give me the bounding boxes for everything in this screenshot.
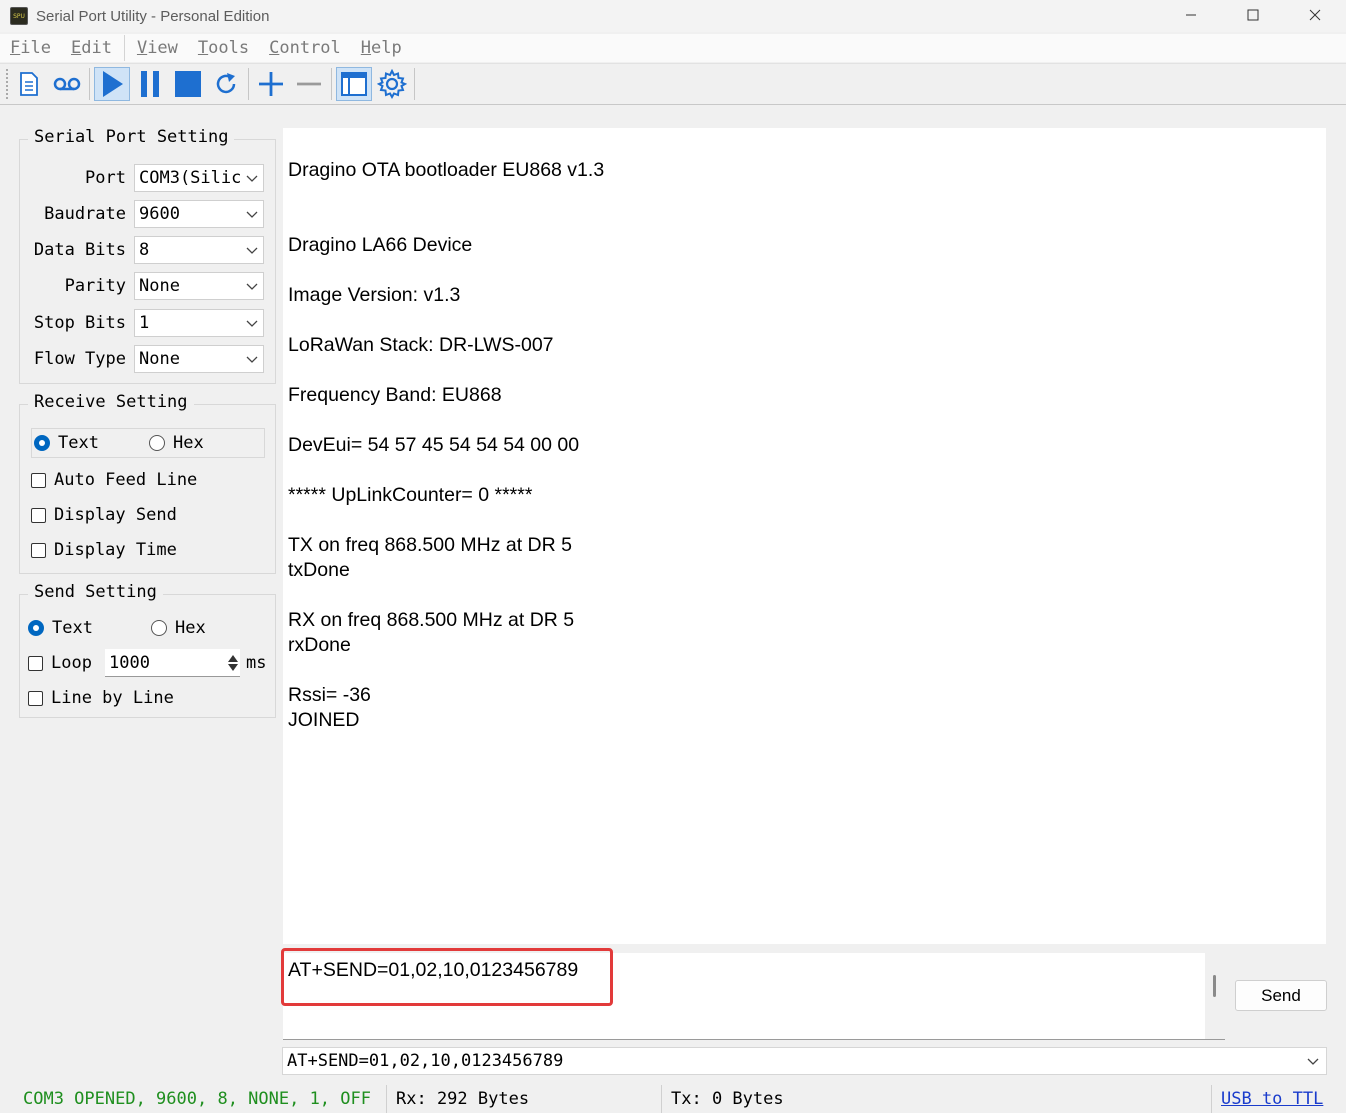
maximize-icon[interactable] xyxy=(1222,0,1284,30)
loop-checkbox[interactable]: Loop xyxy=(28,653,92,673)
window-controls xyxy=(1160,0,1346,30)
chevron-down-icon xyxy=(246,320,258,327)
parity-select[interactable]: None xyxy=(134,272,264,300)
parity-row: Parity None xyxy=(20,271,276,301)
baudrate-select[interactable]: 9600 xyxy=(134,200,264,228)
toolbar xyxy=(0,63,1346,105)
add-icon[interactable] xyxy=(253,67,289,101)
data-bits-row: Data Bits 8 xyxy=(20,235,276,265)
menu-edit[interactable]: Edit xyxy=(61,38,122,58)
chevron-down-icon xyxy=(246,247,258,254)
stop-bits-label: Stop Bits xyxy=(33,313,126,333)
loop-unit-label: ms xyxy=(246,653,267,673)
highlight-annotation xyxy=(281,948,613,1006)
chevron-down-icon xyxy=(246,356,258,363)
toolbar-separator xyxy=(89,68,90,100)
send-input-scrollbar[interactable] xyxy=(1205,953,1225,1039)
minimize-icon[interactable] xyxy=(1160,0,1222,30)
play-icon[interactable] xyxy=(94,67,130,101)
connection-status: COM3 OPENED, 9600, 8, NONE, 1, OFF xyxy=(0,1085,387,1113)
refresh-icon[interactable] xyxy=(208,67,244,101)
group-title: Send Setting xyxy=(28,582,163,602)
data-bits-select[interactable]: 8 xyxy=(134,236,264,264)
data-bits-label: Data Bits xyxy=(33,240,126,260)
title-bar: SPU Serial Port Utility - Personal Editi… xyxy=(0,0,1346,32)
flow-type-select[interactable]: None xyxy=(134,345,264,373)
spin-arrows-icon[interactable] xyxy=(228,654,238,671)
port-row: Port COM3(Silic xyxy=(20,163,276,193)
flow-type-row: Flow Type None xyxy=(20,344,276,374)
auto-feed-line-checkbox[interactable]: Auto Feed Line xyxy=(31,470,197,490)
receive-setting-group: Receive Setting Text Hex Auto Feed Line … xyxy=(19,392,276,574)
rx-counter: Rx: 292 Bytes xyxy=(387,1085,662,1113)
settings-gear-icon[interactable] xyxy=(374,67,410,101)
status-bar: COM3 OPENED, 9600, 8, NONE, 1, OFF Rx: 2… xyxy=(0,1085,1346,1113)
chevron-down-icon xyxy=(1307,1058,1319,1065)
group-title: Receive Setting xyxy=(28,392,194,412)
close-icon[interactable] xyxy=(1284,0,1346,30)
send-text-radio[interactable]: Text xyxy=(28,618,93,638)
line-by-line-checkbox[interactable]: Line by Line xyxy=(28,688,174,708)
chevron-down-icon xyxy=(246,283,258,290)
receive-output[interactable]: Dragino OTA bootloader EU868 v1.3 Dragin… xyxy=(283,128,1326,944)
stop-bits-select[interactable]: 1 xyxy=(134,309,264,337)
send-setting-group: Send Setting Text Hex Loop 1000 ms Line … xyxy=(19,582,276,718)
baudrate-label: Baudrate xyxy=(44,204,126,224)
menu-separator xyxy=(123,35,125,61)
menu-view[interactable]: View xyxy=(127,38,188,58)
toolbar-grip[interactable] xyxy=(6,69,10,99)
loop-interval-spinbox[interactable]: 1000 xyxy=(105,649,240,677)
flow-type-label: Flow Type xyxy=(33,349,126,369)
chevron-down-icon xyxy=(246,175,258,182)
send-input-underline xyxy=(283,1039,1225,1040)
window-layout-icon[interactable] xyxy=(336,67,372,101)
toolbar-separator xyxy=(414,68,415,100)
stop-bits-row: Stop Bits 1 xyxy=(20,308,276,338)
receive-hex-radio[interactable]: Hex xyxy=(149,433,204,453)
chevron-down-icon xyxy=(246,211,258,218)
window-title: Serial Port Utility - Personal Edition xyxy=(36,7,270,25)
serial-port-setting-group: Serial Port Setting Port COM3(Silic Baud… xyxy=(19,127,276,384)
menu-bar: File Edit View Tools Control Help xyxy=(0,34,1346,62)
menu-tools[interactable]: Tools xyxy=(188,38,259,58)
menu-control[interactable]: Control xyxy=(259,38,351,58)
display-send-checkbox[interactable]: Display Send xyxy=(31,505,177,525)
scrollbar-thumb[interactable] xyxy=(1213,975,1216,997)
remove-icon[interactable] xyxy=(291,67,327,101)
send-button[interactable]: Send xyxy=(1235,980,1327,1011)
display-time-checkbox[interactable]: Display Time xyxy=(31,540,177,560)
stop-icon[interactable] xyxy=(170,67,206,101)
menu-help[interactable]: Help xyxy=(351,38,412,58)
receive-mode-box: Text Hex xyxy=(31,428,265,458)
record-icon[interactable] xyxy=(49,67,85,101)
toolbar-separator xyxy=(248,68,249,100)
toolbar-separator xyxy=(331,68,332,100)
send-history-select[interactable]: AT+SEND=01,02,10,0123456789 xyxy=(282,1047,1327,1075)
new-document-icon[interactable] xyxy=(11,67,47,101)
tx-counter: Tx: 0 Bytes xyxy=(662,1085,1212,1113)
usb-to-ttl-link[interactable]: USB to TTL xyxy=(1212,1085,1323,1113)
port-select[interactable]: COM3(Silic xyxy=(134,164,264,192)
parity-label: Parity xyxy=(64,276,126,296)
send-hex-radio[interactable]: Hex xyxy=(151,618,206,638)
receive-text-radio[interactable]: Text xyxy=(34,433,149,453)
baudrate-row: Baudrate 9600 xyxy=(20,199,276,229)
pause-icon[interactable] xyxy=(132,67,168,101)
port-label: Port xyxy=(85,168,126,188)
app-icon: SPU xyxy=(10,7,28,25)
send-history-value: AT+SEND=01,02,10,0123456789 xyxy=(287,1051,564,1071)
menu-file[interactable]: File xyxy=(0,38,61,58)
group-title: Serial Port Setting xyxy=(28,127,235,147)
loop-interval-value: 1000 xyxy=(109,652,150,673)
